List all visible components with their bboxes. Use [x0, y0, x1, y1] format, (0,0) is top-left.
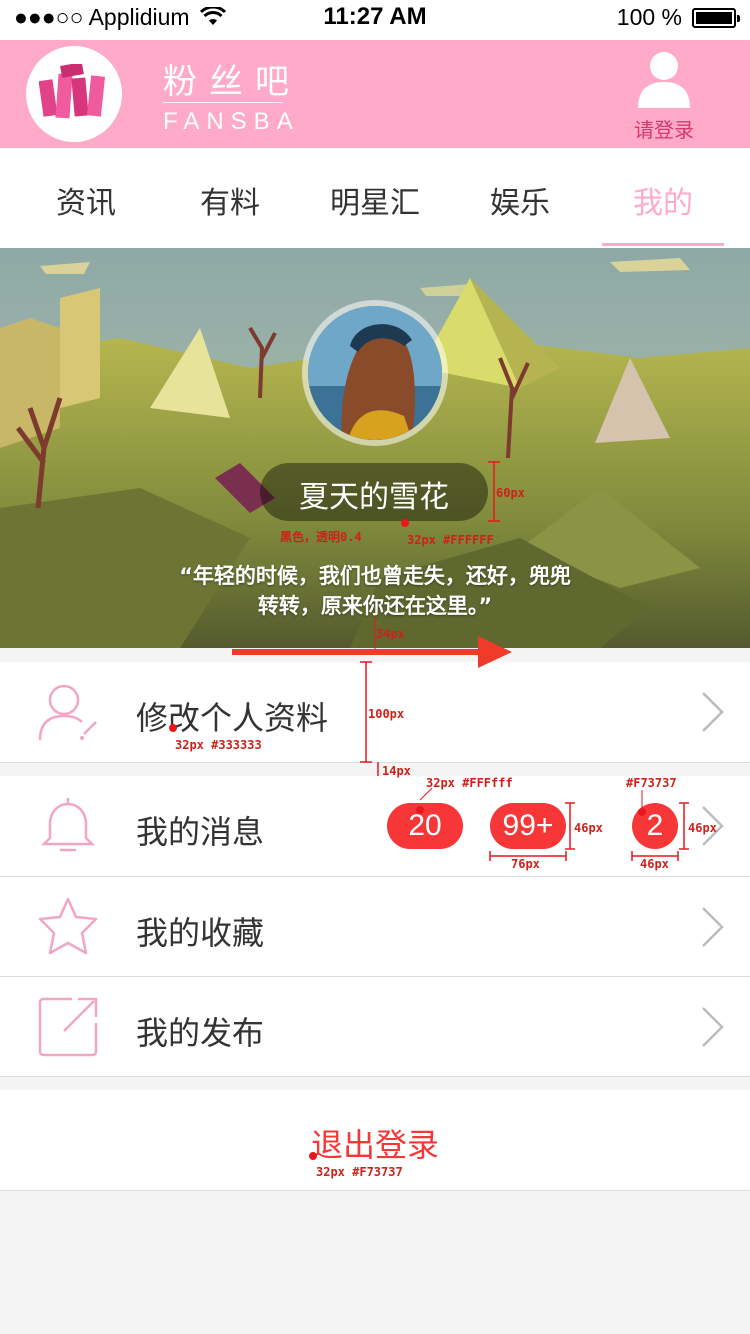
edit-profile-label: 修改个人资料: [136, 699, 329, 737]
spec-marker: [638, 808, 646, 816]
edit-user-icon: [38, 684, 97, 741]
notification-badge: 99+: [490, 803, 566, 849]
spec-label: 60px: [496, 486, 525, 500]
spec-label: 14px: [382, 764, 411, 778]
row-divider: [0, 1190, 750, 1191]
spec-label: 100px: [368, 707, 405, 721]
spec-marker: [401, 519, 409, 527]
spec-marker: [416, 806, 424, 814]
messages-label: 我的消息: [136, 813, 265, 851]
spec-label: 46px: [574, 821, 603, 835]
battery-percent: 100 %: [616, 4, 682, 30]
tab-mine[interactable]: 我的: [588, 178, 738, 222]
favorites-label: 我的收藏: [136, 914, 265, 952]
star-icon: [38, 897, 98, 955]
signature-line-1: “年轻的时候，我们也曾走失，还好，兜兜: [179, 564, 571, 588]
spec-label: 32px #FFFFFF: [407, 533, 494, 547]
avatar-photo: [308, 306, 442, 440]
login-button[interactable]: 请登录: [624, 50, 704, 144]
section-divider: [0, 762, 750, 763]
row-divider: [0, 1076, 750, 1077]
fans-logo-icon: [39, 64, 106, 119]
battery-status: 100 %: [616, 4, 740, 31]
spec-label: 32px #F73737: [316, 1165, 403, 1179]
spec-label: 32px #FFFfff: [426, 776, 513, 790]
brand-divider: [163, 102, 283, 103]
tab-bar: 资讯 有料 明星汇 娱乐 我的: [0, 148, 750, 248]
username: 夏天的雪花: [299, 480, 449, 515]
login-label: 请登录: [634, 118, 694, 142]
chevron-right-icon: [702, 692, 724, 732]
app-logo[interactable]: [26, 46, 122, 142]
tab-featured[interactable]: 有料: [155, 178, 305, 222]
tab-entertainment[interactable]: 娱乐: [445, 178, 595, 222]
bell-icon: [40, 798, 96, 852]
spec-label: 76px: [511, 857, 540, 871]
status-bar: ●●●○○ Applidium 11:27 AM 100 %: [0, 0, 750, 40]
battery-icon: [692, 7, 740, 28]
menu-row-messages[interactable]: 我的消息 20 99+ 2: [0, 776, 750, 876]
spec-label: 34px: [376, 627, 405, 641]
user-signature: “年轻的时候，我们也曾走失，还好，兜兜 转转，原来你还在这里。”: [80, 561, 670, 621]
spec-label: 46px: [688, 821, 717, 835]
share-icon: [38, 997, 98, 1057]
tab-stars[interactable]: 明星汇: [300, 178, 450, 222]
logout-label: 退出登录: [310, 1126, 439, 1164]
posts-label: 我的发布: [136, 1014, 265, 1052]
chevron-right-icon: [702, 1007, 724, 1047]
notification-badge: 20: [387, 803, 463, 849]
active-tab-indicator: [602, 243, 724, 246]
spec-label: 46px: [640, 857, 669, 871]
brand-name-chinese: 粉丝吧: [163, 62, 301, 102]
spec-label: 32px #333333: [175, 738, 262, 752]
signature-line-2: 转转，原来你还在这里。”: [257, 594, 493, 618]
menu-row-posts[interactable]: 我的发布: [0, 977, 750, 1077]
app-header: 粉丝吧 FANSBA 请登录: [0, 40, 750, 148]
user-avatar[interactable]: [302, 300, 448, 446]
spec-marker: [309, 1152, 317, 1160]
menu-row-favorites[interactable]: 我的收藏: [0, 877, 750, 977]
brand-name-english: FANSBA: [163, 108, 300, 135]
user-avatar-icon: [638, 52, 690, 108]
chevron-right-icon: [702, 907, 724, 947]
tab-news[interactable]: 资讯: [11, 178, 161, 222]
profile-banner: 夏天的雪花 “年轻的时候，我们也曾走失，还好，兜兜 转转，原来你还在这里。”: [0, 248, 750, 648]
spec-marker: [169, 724, 177, 732]
spec-label: #F73737: [626, 776, 677, 790]
spec-label: 黑色，透明0.4: [280, 530, 362, 544]
